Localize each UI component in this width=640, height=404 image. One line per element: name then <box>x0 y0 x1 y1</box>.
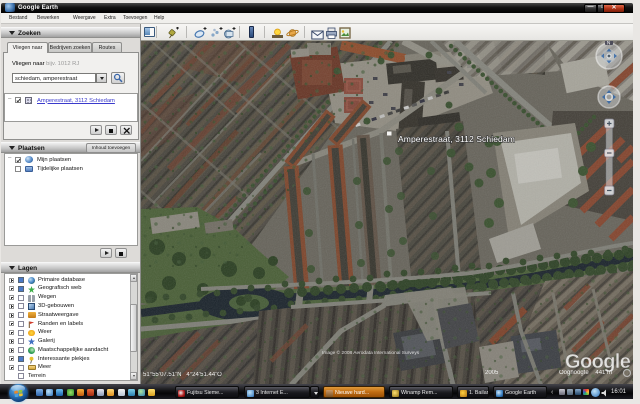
svg-text:Amperestraat, 3112 Schiedam: Amperestraat, 3112 Schiedam <box>398 134 515 144</box>
svg-text:Image © 2008 Aerodata Internat: Image © 2008 Aerodata International Surv… <box>322 349 420 356</box>
svg-text:2005: 2005 <box>485 370 499 376</box>
svg-text:51°55’07.51”N 4°24’51.44”O: 51°55’07.51”N 4°24’51.44”O <box>143 372 222 378</box>
svg-text:N: N <box>607 41 611 47</box>
svg-text:Ooghoogte 441 m: Ooghoogte 441 m <box>559 370 612 376</box>
